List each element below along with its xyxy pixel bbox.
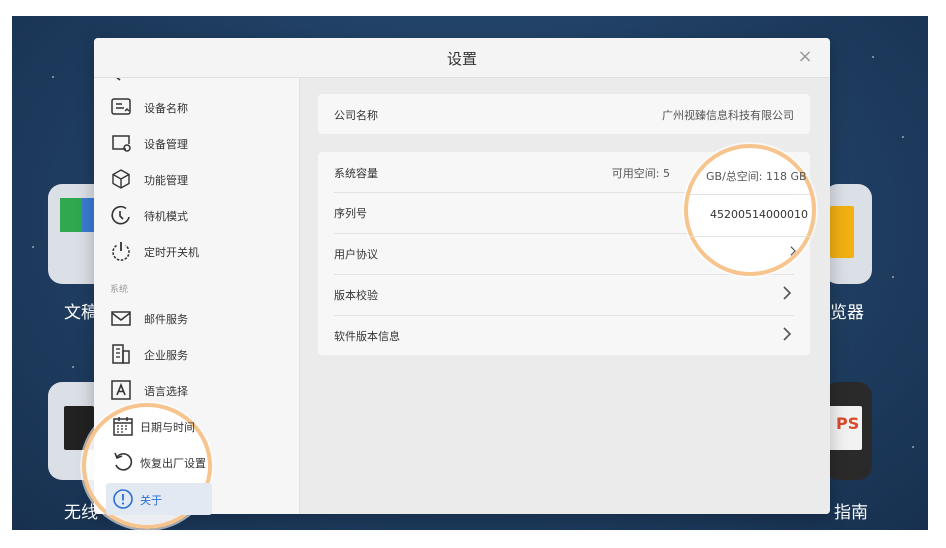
company-row: 公司名称 广州视臻信息科技有限公司 <box>318 94 810 134</box>
sidebar-item-label: 企业服务 <box>144 349 188 362</box>
app-label-documents: 文稿 <box>64 303 98 323</box>
app-tile-guide[interactable]: PS <box>824 382 872 480</box>
sidebar-item-label: 日期与时间 <box>140 421 195 434</box>
sidebar-item-timer-power[interactable]: 定时开关机 <box>104 236 288 266</box>
building-icon <box>112 344 130 364</box>
dialog-header: 设置 × <box>94 38 830 78</box>
sidebar-item-label: 关于 <box>140 494 162 507</box>
version-check-row[interactable]: 版本校验 <box>318 274 810 314</box>
app-tile-browser[interactable] <box>824 184 872 284</box>
sidebar-item-enterprise-service[interactable]: 企业服务 <box>104 339 288 369</box>
user-agreement-label: 用户协议 <box>334 248 378 261</box>
sidebar-item-about[interactable]: 关于 <box>106 483 212 515</box>
capacity-value-magnified: GB/总空间: 118 GB <box>706 170 807 183</box>
close-button[interactable]: × <box>794 46 816 68</box>
software-info-label: 软件版本信息 <box>334 330 400 343</box>
sidebar-item-function-manage[interactable]: 功能管理 <box>104 164 288 194</box>
sidebar-item-date-time[interactable]: 日期与时间 <box>108 411 218 441</box>
sidebar-item-factory-reset[interactable]: 恢复出厂设置 <box>108 447 218 477</box>
app-label-browser: 览器 <box>830 303 864 323</box>
dialog-title: 设置 <box>446 50 477 68</box>
sidebar-item-device-manage[interactable]: 设备管理 <box>104 128 288 158</box>
sidebar-item-label: 待机模式 <box>144 210 188 223</box>
device-name-icon <box>111 98 131 115</box>
cube-icon <box>112 169 130 189</box>
sidebar-item-label: 恢复出厂设置 <box>140 457 206 470</box>
partial-icon <box>116 78 121 81</box>
serial-value: 45200514000010 <box>710 208 808 221</box>
chevron-right-icon <box>790 246 796 256</box>
restore-icon <box>114 452 133 471</box>
calendar-icon <box>113 417 133 436</box>
sidebar-item-label: 设备管理 <box>144 138 188 151</box>
company-label: 公司名称 <box>334 109 378 122</box>
info-icon <box>113 489 133 509</box>
software-info-row[interactable]: 软件版本信息 <box>318 315 810 355</box>
device-manage-icon <box>112 135 131 152</box>
sidebar-section-system: 系统 <box>110 285 129 295</box>
highlight-circle-about: 日期与时间 恢复出厂设置 关于 <box>82 403 212 529</box>
highlight-circle-serial: GB/总空间: 118 GB 45200514000010 <box>684 144 816 276</box>
chevron-right-icon <box>783 327 792 341</box>
sidebar-item-device-name[interactable]: 设备名称 <box>104 92 288 122</box>
mail-icon <box>111 311 131 326</box>
version-check-label: 版本校验 <box>334 289 378 302</box>
sidebar-item-label: 邮件服务 <box>144 313 188 326</box>
company-card: 公司名称 广州视臻信息科技有限公司 <box>318 94 810 134</box>
capacity-value: 可用空间: 5 <box>611 167 670 180</box>
app-label-guide: 指南 <box>834 503 868 523</box>
sidebar-item-language[interactable]: 语言选择 <box>104 375 288 405</box>
sidebar-item-label: 语言选择 <box>144 385 188 398</box>
power-icon <box>112 242 130 261</box>
standby-icon <box>111 205 130 225</box>
company-value: 广州视臻信息科技有限公司 <box>662 109 794 122</box>
sidebar-item-partial[interactable] <box>104 78 288 88</box>
capacity-label: 系统容量 <box>334 167 378 180</box>
language-icon <box>111 380 131 400</box>
sidebar-item-label: 定时开关机 <box>144 246 199 259</box>
close-icon: × <box>797 46 813 67</box>
sidebar-item-mail-service[interactable]: 邮件服务 <box>104 303 288 333</box>
sidebar-item-standby[interactable]: 待机模式 <box>104 200 288 230</box>
sidebar-item-label: 功能管理 <box>144 174 188 187</box>
serial-label: 序列号 <box>334 207 367 220</box>
sidebar-item-label: 设备名称 <box>144 102 188 115</box>
chevron-right-icon <box>783 286 792 300</box>
